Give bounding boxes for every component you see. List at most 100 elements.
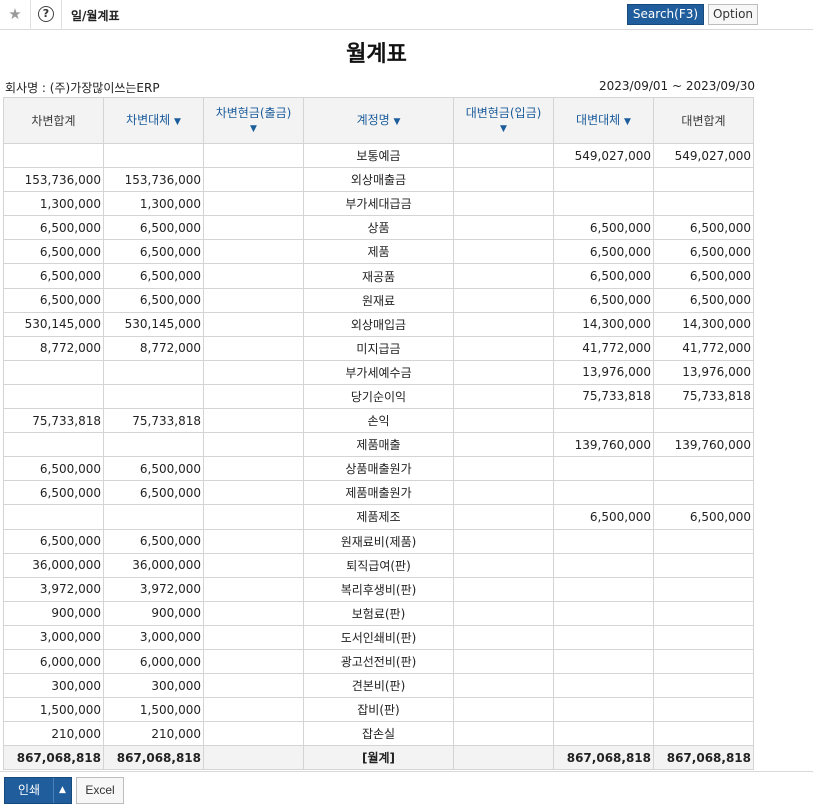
amount-cell: 6,500,000: [553, 263, 654, 289]
amount-cell: [653, 552, 754, 578]
account-name-cell[interactable]: 외상매출금: [303, 167, 454, 193]
account-name-cell[interactable]: [월계]: [303, 745, 454, 771]
amount-cell: 6,500,000: [103, 239, 204, 265]
sort-down-icon[interactable]: ▼: [500, 124, 507, 134]
amount-cell: 153,736,000: [103, 167, 204, 193]
amount-cell: 41,772,000: [653, 335, 754, 361]
account-name-cell[interactable]: 부가세대급금: [303, 191, 454, 217]
amount-cell: [453, 432, 554, 458]
account-name-cell[interactable]: 보통예금: [303, 142, 454, 169]
search-button[interactable]: Search(F3): [627, 4, 704, 25]
sort-down-icon[interactable]: ▼: [624, 117, 631, 127]
amount-cell: [553, 600, 654, 626]
amount-cell: [553, 528, 654, 554]
amount-cell: [553, 167, 654, 193]
report-period: 2023/09/01 ~ 2023/09/30: [598, 79, 755, 93]
amount-cell: [203, 215, 304, 241]
option-button[interactable]: Option: [708, 4, 758, 25]
account-name-cell[interactable]: 잡비(판): [303, 697, 454, 723]
amount-cell: 75,733,818: [553, 383, 654, 410]
amount-cell: 3,972,000: [3, 576, 104, 602]
amount-cell: [453, 624, 554, 650]
amount-cell: [203, 697, 304, 723]
star-icon[interactable]: ★: [6, 5, 24, 23]
table-row: 530,145,000 530,145,000 외상매입금 14,300,000 14,…: [3, 311, 754, 337]
table-row: 보통예금 549,027,000 549,027,000: [3, 142, 754, 169]
column-header-label: 대변대체: [576, 112, 621, 127]
sort-down-icon[interactable]: ▼: [394, 117, 401, 127]
account-name-cell[interactable]: 외상매입금: [303, 311, 454, 337]
amount-cell: 14,300,000: [653, 311, 754, 337]
amount-cell: [203, 311, 304, 337]
ledger-grid: 차변합계 차변대체 ▼ 차변현금(출금) ▼ 계정명 ▼ 대변현금(입금) ▼ 대변대체 ▼ 대…: [3, 97, 754, 771]
amount-cell: [203, 600, 304, 626]
sort-down-icon[interactable]: ▼: [250, 124, 257, 134]
account-name-cell[interactable]: 미지급금: [303, 335, 454, 361]
amount-cell: 8,772,000: [103, 335, 204, 361]
excel-button[interactable]: Excel: [76, 777, 124, 804]
amount-cell: [653, 673, 754, 699]
amount-cell: 867,068,818: [3, 745, 104, 771]
amount-cell: 6,500,000: [653, 239, 754, 265]
amount-cell: 6,500,000: [103, 456, 204, 482]
amount-cell: 6,500,000: [653, 287, 754, 313]
account-name-cell[interactable]: 부가세예수금: [303, 359, 454, 385]
column-header-label: 차변대체: [126, 112, 171, 127]
amount-cell: [453, 697, 554, 723]
column-header[interactable]: 대변현금(입금) ▼: [453, 97, 554, 144]
amount-cell: [653, 480, 754, 506]
divider: [61, 0, 62, 30]
table-row: 210,000 210,000 잡손실: [3, 721, 754, 747]
amount-cell: [553, 191, 654, 217]
amount-cell: 14,300,000: [553, 311, 654, 337]
print-button[interactable]: 인쇄 ▲: [4, 777, 72, 804]
amount-cell: 6,500,000: [103, 215, 204, 241]
amount-cell: [553, 576, 654, 602]
account-name-cell[interactable]: 견본비(판): [303, 673, 454, 699]
column-header[interactable]: 차변대체 ▼: [103, 97, 204, 144]
account-name-cell[interactable]: 재공품: [303, 263, 454, 289]
account-name-cell[interactable]: 제품매출: [303, 432, 454, 458]
amount-cell: 6,500,000: [3, 287, 104, 313]
amount-cell: [453, 504, 554, 530]
account-name-cell[interactable]: 퇴직급여(판): [303, 552, 454, 578]
account-name-cell[interactable]: 원재료비(제품): [303, 528, 454, 554]
account-name-cell[interactable]: 보험료(판): [303, 600, 454, 626]
account-name-cell[interactable]: 상품매출원가: [303, 456, 454, 482]
column-header[interactable]: 차변현금(출금) ▼: [203, 97, 304, 144]
account-name-cell[interactable]: 제품매출원가: [303, 480, 454, 506]
print-button-label[interactable]: 인쇄: [5, 778, 53, 803]
account-name-cell[interactable]: 제품제조: [303, 504, 454, 530]
amount-cell: [203, 745, 304, 771]
amount-cell: 6,500,000: [103, 528, 204, 554]
table-row: 6,500,000 6,500,000 상품 6,500,000 6,500,000: [3, 215, 754, 241]
account-name-cell[interactable]: 광고선전비(판): [303, 648, 454, 675]
account-name-cell[interactable]: 잡손실: [303, 721, 454, 747]
account-name-cell[interactable]: 손익: [303, 408, 454, 434]
account-name-cell[interactable]: 도서인쇄비(판): [303, 624, 454, 650]
amount-cell: [453, 383, 554, 410]
amount-cell: [453, 528, 554, 554]
amount-cell: [653, 648, 754, 675]
account-name-cell[interactable]: 제품: [303, 239, 454, 265]
help-icon[interactable]: ?: [38, 6, 54, 22]
amount-cell: [653, 624, 754, 650]
account-name-cell[interactable]: 원재료: [303, 287, 454, 313]
column-header[interactable]: 대변대체 ▼: [553, 97, 654, 144]
column-header-label: 차변합계: [31, 113, 76, 128]
bottom-toolbar: 인쇄 ▲ Excel: [0, 771, 813, 808]
account-name-cell[interactable]: 복리후생비(판): [303, 576, 454, 602]
amount-cell: 1,500,000: [103, 697, 204, 723]
sort-down-icon[interactable]: ▼: [174, 117, 181, 127]
amount-cell: 1,300,000: [103, 191, 204, 217]
amount-cell: 1,500,000: [3, 697, 104, 723]
table-row: 6,500,000 6,500,000 원재료비(제품): [3, 528, 754, 554]
account-name-cell[interactable]: 상품: [303, 215, 454, 241]
account-name-cell[interactable]: 당기순이익: [303, 383, 454, 410]
amount-cell: [453, 191, 554, 217]
amount-cell: [103, 432, 204, 458]
column-header[interactable]: 계정명 ▼: [303, 97, 454, 144]
table-row: 900,000 900,000 보험료(판): [3, 600, 754, 626]
amount-cell: 867,068,818: [103, 745, 204, 771]
caret-up-icon[interactable]: ▲: [53, 778, 71, 803]
